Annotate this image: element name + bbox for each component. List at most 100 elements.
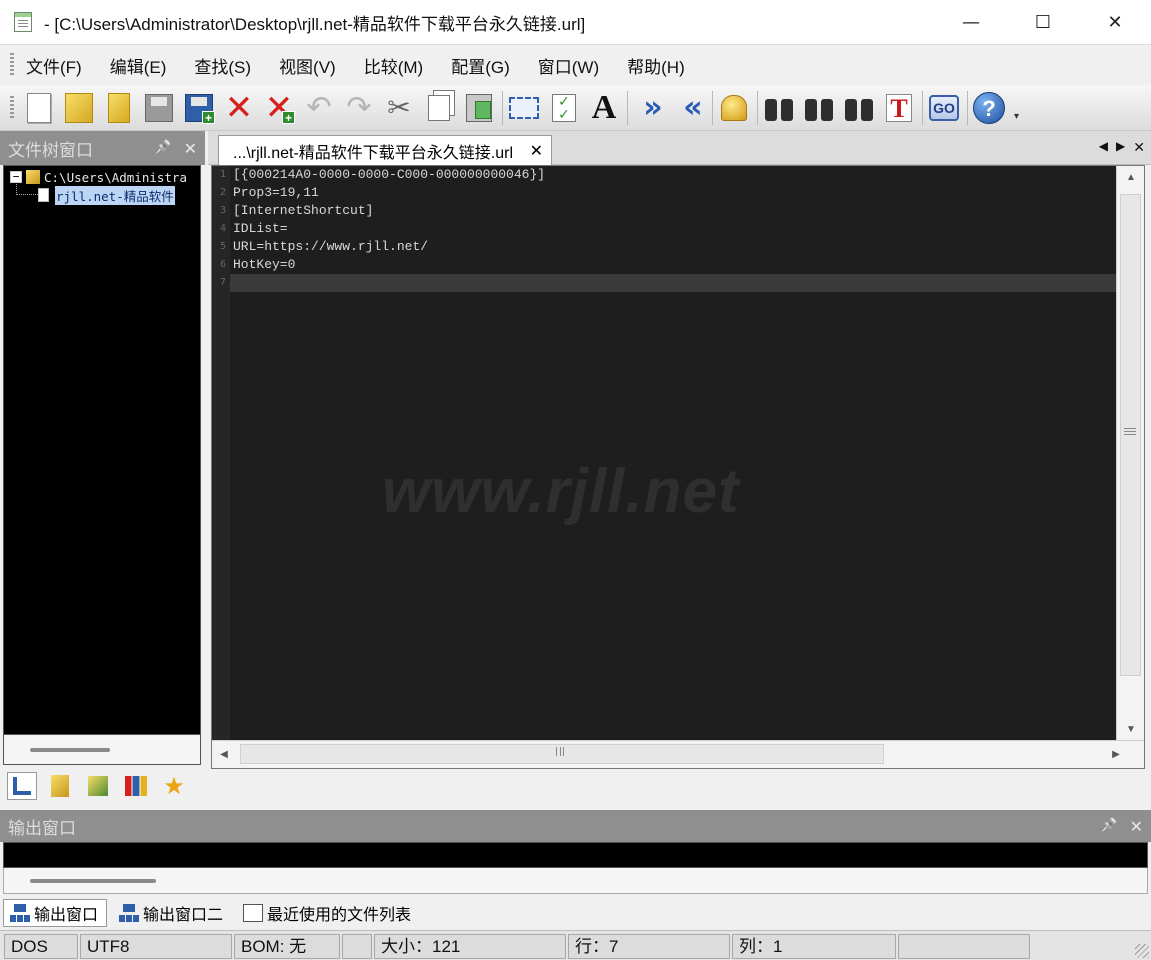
code-line[interactable]: Prop3=19,11 <box>233 184 319 202</box>
file-icon <box>38 188 49 202</box>
tab-prev-icon[interactable]: ◀ <box>1099 139 1108 156</box>
output-title: 输出窗口 <box>8 818 76 838</box>
outdent-icon: « <box>683 90 703 125</box>
collapse-icon[interactable]: − <box>10 171 22 183</box>
find-prev-button[interactable] <box>802 91 836 125</box>
tab-folder[interactable] <box>45 772 75 800</box>
new-file-button[interactable] <box>22 91 56 125</box>
tab-close-icon[interactable]: ✕ <box>530 141 543 161</box>
tree-horizontal-scrollbar[interactable] <box>3 735 201 765</box>
app-icon <box>14 12 32 32</box>
undo-button[interactable]: ↶ <box>302 90 336 125</box>
toolbar-overflow-icon[interactable]: ▾ <box>1014 111 1019 122</box>
tab-project[interactable] <box>83 772 113 800</box>
editor-area: ...\rjll.net-精品软件下载平台永久链接.url ✕ ◀ ▶ ✕ ww… <box>208 131 1151 806</box>
toolbar-grip[interactable] <box>10 95 14 120</box>
scroll-down-icon[interactable]: ▼ <box>1117 718 1144 742</box>
tab-file-tree[interactable] <box>7 772 37 800</box>
file-tree-header: 文件树窗口 📌 ✕ <box>0 131 205 165</box>
code-line[interactable]: URL=https://www.rjll.net/ <box>233 238 428 256</box>
tab-favorites[interactable]: ★ <box>159 772 189 800</box>
close-panel-icon[interactable]: ✕ <box>184 139 197 159</box>
scroll-left-icon[interactable]: ◀ <box>212 741 236 768</box>
replace-icon: T <box>886 93 912 122</box>
replace-button[interactable]: T <box>882 91 916 125</box>
help-button[interactable]: ? <box>972 91 1006 125</box>
recent-files-icon <box>243 904 264 922</box>
output-header: 输出窗口 📌 ✕ <box>0 810 1151 842</box>
pin-icon[interactable]: 📌 <box>1101 817 1117 837</box>
close-all-button[interactable]: ✕ + <box>262 91 296 125</box>
tree-node-root[interactable]: − C:\Users\Administra <box>4 168 187 186</box>
tab-close-all-icon[interactable]: ✕ <box>1133 139 1145 156</box>
bookmark-button[interactable] <box>717 91 751 125</box>
save-all-button[interactable]: + <box>182 91 216 125</box>
maximize-button[interactable]: ☐ <box>1007 0 1079 45</box>
menu-view[interactable]: 视图(V) <box>279 53 336 78</box>
code-line[interactable]: [{000214A0-0000-0000-C000-000000000046}] <box>233 166 545 184</box>
output-horizontal-scrollbar[interactable] <box>3 868 1148 894</box>
cut-button[interactable]: ✂ <box>382 91 416 125</box>
menu-config[interactable]: 配置(G) <box>451 53 510 78</box>
find-next-button[interactable] <box>842 91 876 125</box>
panel-tabs: ★ <box>3 769 203 803</box>
indent-button[interactable]: » <box>632 90 666 125</box>
paste-button[interactable] <box>462 91 496 125</box>
output-panel: 输出窗口 📌 ✕ 输出窗口 输出窗口二 最近使用的文件列表 <box>0 810 1151 930</box>
vertical-scroll-thumb[interactable] <box>1120 194 1141 676</box>
menu-compare[interactable]: 比较(M) <box>364 53 423 78</box>
scroll-up-icon[interactable]: ▲ <box>1117 166 1144 190</box>
status-bar: DOS UTF8 BOM: 无 大小：121 行：7 列：1 <box>0 930 1151 960</box>
menu-file[interactable]: 文件(F) <box>26 53 82 78</box>
menu-search[interactable]: 查找(S) <box>194 53 251 78</box>
copy-button[interactable] <box>422 91 456 125</box>
code-line[interactable]: IDList= <box>233 220 288 238</box>
open-file-button[interactable] <box>62 91 96 125</box>
outdent-button[interactable]: « <box>672 90 706 125</box>
project-icon <box>88 776 108 796</box>
tab-next-icon[interactable]: ▶ <box>1116 139 1125 156</box>
minimize-button[interactable]: — <box>935 0 1007 45</box>
output-content[interactable] <box>3 842 1148 868</box>
compare-button[interactable]: ✓ ✓ <box>547 91 581 125</box>
tab-function-list[interactable] <box>121 772 151 800</box>
resize-grip[interactable] <box>1135 944 1149 958</box>
font-button[interactable]: A <box>587 90 621 125</box>
find-button[interactable] <box>762 91 796 125</box>
menu-edit[interactable]: 编辑(E) <box>110 53 167 78</box>
tab-recent-files[interactable]: 最近使用的文件列表 <box>237 899 419 927</box>
status-encoding[interactable]: UTF8 <box>80 934 232 959</box>
line-number: 7 <box>219 277 226 288</box>
code-line[interactable]: HotKey=0 <box>233 256 295 274</box>
redo-icon: ↷ <box>346 90 372 125</box>
tree-node-file[interactable]: rjll.net-精品软件 <box>38 185 175 205</box>
pin-icon[interactable]: 📌 <box>155 139 171 159</box>
tab-output-1[interactable]: 输出窗口 <box>3 899 108 927</box>
document-tab-label: ...\rjll.net-精品软件下载平台永久链接.url <box>233 144 514 162</box>
file-tree-title: 文件树窗口 <box>8 140 93 160</box>
scroll-right-icon[interactable]: ▶ <box>1104 741 1128 768</box>
close-window-button[interactable]: ✕ <box>1079 0 1151 45</box>
tree-node-label: rjll.net-精品软件 <box>55 185 175 205</box>
tab-label: 输出窗口 <box>34 907 99 924</box>
menu-help[interactable]: 帮助(H) <box>627 53 685 78</box>
horizontal-scrollbar[interactable]: ◀ ▶ <box>212 740 1144 768</box>
goto-button[interactable]: GO <box>927 91 961 125</box>
tab-output-2[interactable]: 输出窗口二 <box>113 899 231 927</box>
document-tab[interactable]: ...\rjll.net-精品软件下载平台永久链接.url ✕ <box>218 135 552 165</box>
code-line[interactable]: [InternetShortcut] <box>233 202 373 220</box>
code-editor[interactable]: www.rjll.net 1 2 3 4 5 6 7 [{000214A0-0000-0000… <box>211 165 1145 769</box>
window-controls: — ☐ ✕ <box>935 0 1151 45</box>
menu-window[interactable]: 窗口(W) <box>538 53 599 78</box>
select-button[interactable] <box>507 91 541 125</box>
current-line-highlight <box>230 274 1118 292</box>
open-project-button[interactable] <box>102 91 136 125</box>
status-line-ending[interactable]: DOS <box>4 934 78 959</box>
redo-button[interactable]: ↷ <box>342 90 376 125</box>
menu-grip[interactable] <box>10 53 14 77</box>
save-button[interactable] <box>142 91 176 125</box>
vertical-scrollbar[interactable]: ▲ ▼ <box>1116 166 1144 742</box>
open-file-icon <box>65 92 93 123</box>
close-file-button[interactable]: ✕ <box>222 91 256 125</box>
close-panel-icon[interactable]: ✕ <box>1130 817 1143 837</box>
